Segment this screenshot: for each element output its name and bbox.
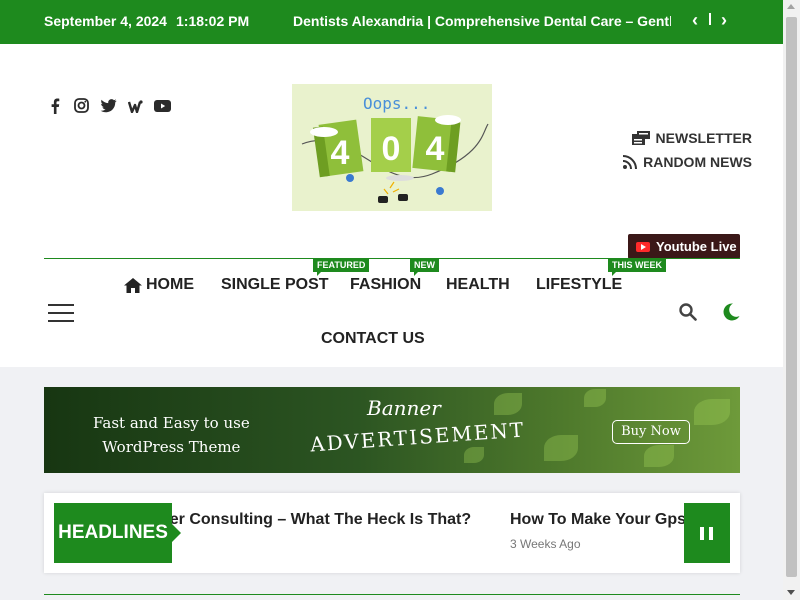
advertisement-banner[interactable]: Fast and Easy to use WordPress Theme Ban… (44, 387, 740, 473)
youtube-icon[interactable] (154, 97, 171, 114)
nav-fashion-label: FASHION (350, 276, 422, 293)
headlines-ticker: HEADLINES her Consulting – What The Heck… (44, 493, 740, 573)
section-divider (44, 594, 740, 595)
nav-item-lifestyle[interactable]: LIFESTYLE (536, 276, 622, 294)
youtube-live-label: Youtube Live (656, 239, 737, 254)
banner-tagline-line2: WordPress Theme (102, 438, 241, 456)
top-bar: September 4, 2024 1:18:02 PM Dentists Al… (0, 0, 783, 44)
youtube-play-icon (636, 241, 650, 252)
random-news-label: RANDOM NEWS (643, 154, 752, 170)
headline-meta: 3 Weeks Ago (510, 537, 581, 551)
headlines-label: HEADLINES (54, 503, 181, 563)
nav-contact-us-label: CONTACT US (321, 330, 425, 347)
social-links (46, 97, 171, 114)
nav-item-fashion[interactable]: FASHION (350, 276, 421, 294)
youtube-live-button[interactable]: Youtube Live (628, 234, 740, 259)
banner-tagline: Fast and Easy to use WordPress Theme (93, 411, 250, 459)
ticker-next-button[interactable]: › (721, 11, 727, 29)
nav-single-post-label: SINGLE POST (221, 276, 329, 293)
page-scrollbar[interactable] (783, 0, 800, 600)
logo-digit-4b: 4 (426, 130, 445, 168)
ticker-prev-button[interactable]: ‹ (692, 11, 698, 29)
logo-digit-0: 0 (382, 130, 401, 168)
logo-digit-4a: 4 (331, 134, 350, 172)
current-time: 1:18:02 PM (176, 13, 250, 29)
newsletter-icon (631, 131, 650, 145)
hamburger-menu-icon[interactable] (48, 304, 74, 322)
nav-health-label: HEALTH (446, 276, 510, 293)
featured-badge: FEATURED (313, 258, 370, 276)
nav-item-single-post[interactable]: SINGLE POST (221, 276, 329, 294)
headline-item[interactable]: her Consulting – What The Heck Is That? (160, 511, 471, 529)
news-ticker-link[interactable]: Dentists Alexandria | Comprehensive Dent… (293, 13, 671, 29)
scrollbar-thumb[interactable] (786, 17, 797, 577)
search-icon[interactable] (679, 303, 697, 321)
banner-subtitle: ADVERTISEMENT (309, 417, 526, 457)
scroll-down-arrow-icon[interactable] (787, 590, 795, 595)
current-date: September 4, 2024 (44, 13, 167, 29)
headline-item[interactable]: How To Make Your Gps J (510, 511, 699, 529)
wattpad-icon[interactable] (127, 97, 144, 114)
nav-item-contact-us[interactable]: CONTACT US (321, 330, 425, 348)
rss-icon (623, 155, 638, 169)
banner-buy-now-button[interactable]: Buy Now (612, 420, 690, 444)
random-news-link[interactable]: RANDOM NEWS (623, 154, 752, 170)
facebook-icon[interactable] (46, 97, 63, 114)
dark-mode-moon-icon[interactable] (721, 302, 741, 322)
nav-item-health[interactable]: HEALTH (446, 276, 510, 294)
home-icon (124, 277, 142, 293)
site-logo[interactable]: Oops... 4 0 4 (292, 84, 492, 211)
newsletter-link[interactable]: NEWSLETTER (623, 130, 752, 146)
newsletter-label: NEWSLETTER (655, 130, 752, 146)
instagram-icon[interactable] (73, 97, 90, 114)
nav-home-label: HOME (146, 276, 194, 293)
banner-tagline-line1: Fast and Easy to use (93, 414, 250, 432)
logo-404-graphic: 4 0 4 (301, 115, 489, 203)
twitter-icon[interactable] (100, 97, 117, 114)
nav-lifestyle-label: LIFESTYLE (536, 276, 623, 293)
new-badge: NEW (410, 258, 439, 276)
nav-item-home[interactable]: HOME (124, 276, 194, 294)
scroll-up-arrow-icon[interactable] (787, 4, 795, 9)
header-quick-links: NEWSLETTER RANDOM NEWS (623, 130, 752, 178)
banner-title: Banner (367, 396, 441, 420)
pause-icon[interactable] (684, 503, 730, 563)
this-week-badge: THIS WEEK (608, 258, 667, 276)
ticker-separator (709, 13, 711, 25)
